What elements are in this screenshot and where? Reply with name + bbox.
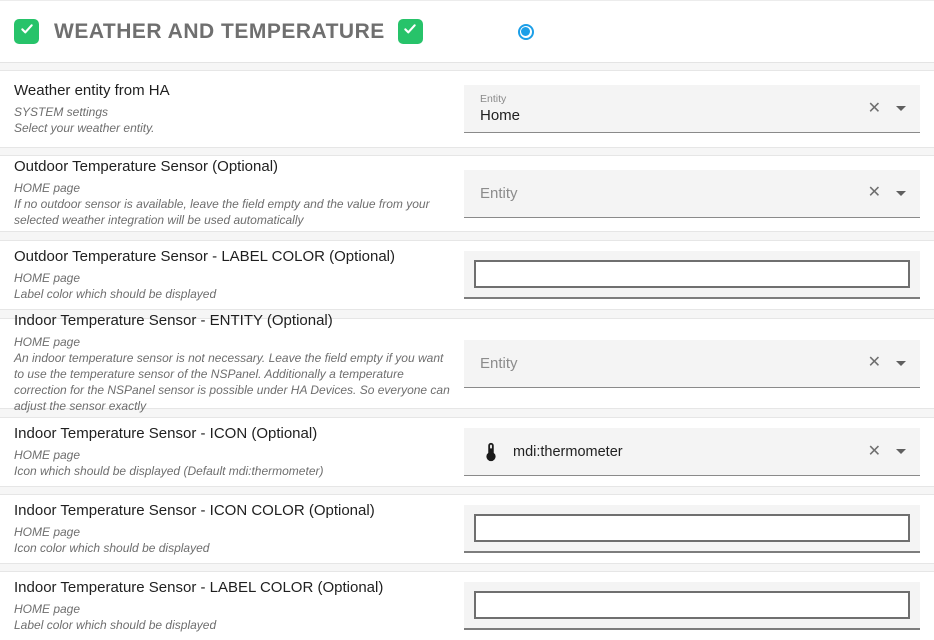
setting-description: Label color which should be displayed [14, 287, 454, 303]
setting-row-indoor-icon-color: Indoor Temperature Sensor - ICON COLOR (… [0, 494, 934, 564]
setting-text: Indoor Temperature Sensor - ENTITY (Opti… [0, 312, 464, 414]
color-field-container [464, 251, 920, 299]
radio-dot-icon [521, 27, 530, 36]
setting-scope: HOME page [14, 602, 454, 618]
setting-description: Icon which should be displayed (Default … [14, 464, 454, 480]
setting-title: Indoor Temperature Sensor - ICON (Option… [14, 425, 454, 442]
setting-scope: HOME page [14, 335, 454, 351]
chevron-down-icon[interactable] [896, 449, 906, 454]
icon-color-input[interactable] [474, 514, 910, 542]
chevron-down-icon[interactable] [896, 191, 906, 196]
clear-icon[interactable]: ✕ [868, 101, 881, 117]
color-field-container [464, 505, 920, 553]
chevron-down-icon[interactable] [896, 106, 906, 111]
setting-description: Icon color which should be displayed [14, 541, 454, 557]
section-secondary-checkbox[interactable] [398, 19, 423, 44]
select-floating-label: Entity [480, 93, 520, 105]
setting-title: Weather entity from HA [14, 82, 454, 99]
setting-title: Indoor Temperature Sensor - LABEL COLOR … [14, 579, 454, 596]
icon-select[interactable]: mdi:thermometer ✕ [464, 428, 920, 476]
clear-icon[interactable]: ✕ [868, 444, 881, 460]
section-enabled-checkbox[interactable] [14, 19, 39, 44]
setting-row-outdoor-sensor: Outdoor Temperature Sensor (Optional) HO… [0, 155, 934, 232]
setting-scope: HOME page [14, 271, 454, 287]
setting-title: Indoor Temperature Sensor - ICON COLOR (… [14, 502, 454, 519]
setting-text: Indoor Temperature Sensor - LABEL COLOR … [0, 579, 464, 634]
setting-row-weather-entity: Weather entity from HA SYSTEM settings S… [0, 70, 934, 148]
entity-select[interactable]: Entity ✕ [464, 340, 920, 388]
setting-scope: HOME page [14, 181, 454, 197]
thermometer-icon [480, 441, 502, 463]
setting-title: Indoor Temperature Sensor - ENTITY (Opti… [14, 312, 454, 329]
setting-description: An indoor temperature sensor is not nece… [14, 351, 454, 414]
checkmark-icon [402, 21, 418, 42]
setting-text: Outdoor Temperature Sensor - LABEL COLOR… [0, 248, 464, 303]
color-field-container [464, 582, 920, 630]
select-value: mdi:thermometer [513, 444, 623, 460]
setting-title: Outdoor Temperature Sensor - LABEL COLOR… [14, 248, 454, 265]
setting-description: If no outdoor sensor is available, leave… [14, 197, 454, 229]
setting-row-indoor-icon: Indoor Temperature Sensor - ICON (Option… [0, 417, 934, 487]
clear-icon[interactable]: ✕ [868, 355, 881, 371]
setting-row-indoor-label-color: Indoor Temperature Sensor - LABEL COLOR … [0, 571, 934, 640]
setting-text: Weather entity from HA SYSTEM settings S… [0, 82, 464, 137]
chevron-down-icon[interactable] [896, 361, 906, 366]
entity-select[interactable]: Entity Home ✕ [464, 85, 920, 133]
section-radio-button[interactable] [518, 24, 534, 40]
setting-text: Indoor Temperature Sensor - ICON COLOR (… [0, 502, 464, 557]
setting-text: Outdoor Temperature Sensor (Optional) HO… [0, 158, 464, 228]
select-value: Home [480, 107, 520, 124]
clear-icon[interactable]: ✕ [868, 185, 881, 201]
setting-description: Label color which should be displayed [14, 618, 454, 634]
setting-description: Select your weather entity. [14, 121, 454, 137]
setting-scope: HOME page [14, 448, 454, 464]
checkmark-icon [19, 21, 35, 42]
section-title: WEATHER AND TEMPERATURE [54, 20, 385, 44]
label-color-input[interactable] [474, 591, 910, 619]
select-placeholder: Entity [480, 185, 518, 202]
setting-text: Indoor Temperature Sensor - ICON (Option… [0, 425, 464, 480]
select-placeholder: Entity [480, 355, 518, 372]
label-color-input[interactable] [474, 260, 910, 288]
setting-scope: HOME page [14, 525, 454, 541]
setting-scope: SYSTEM settings [14, 105, 454, 121]
setting-title: Outdoor Temperature Sensor (Optional) [14, 158, 454, 175]
setting-row-outdoor-label-color: Outdoor Temperature Sensor - LABEL COLOR… [0, 240, 934, 310]
entity-select[interactable]: Entity ✕ [464, 170, 920, 218]
setting-row-indoor-entity: Indoor Temperature Sensor - ENTITY (Opti… [0, 318, 934, 409]
section-header: WEATHER AND TEMPERATURE [0, 0, 934, 63]
